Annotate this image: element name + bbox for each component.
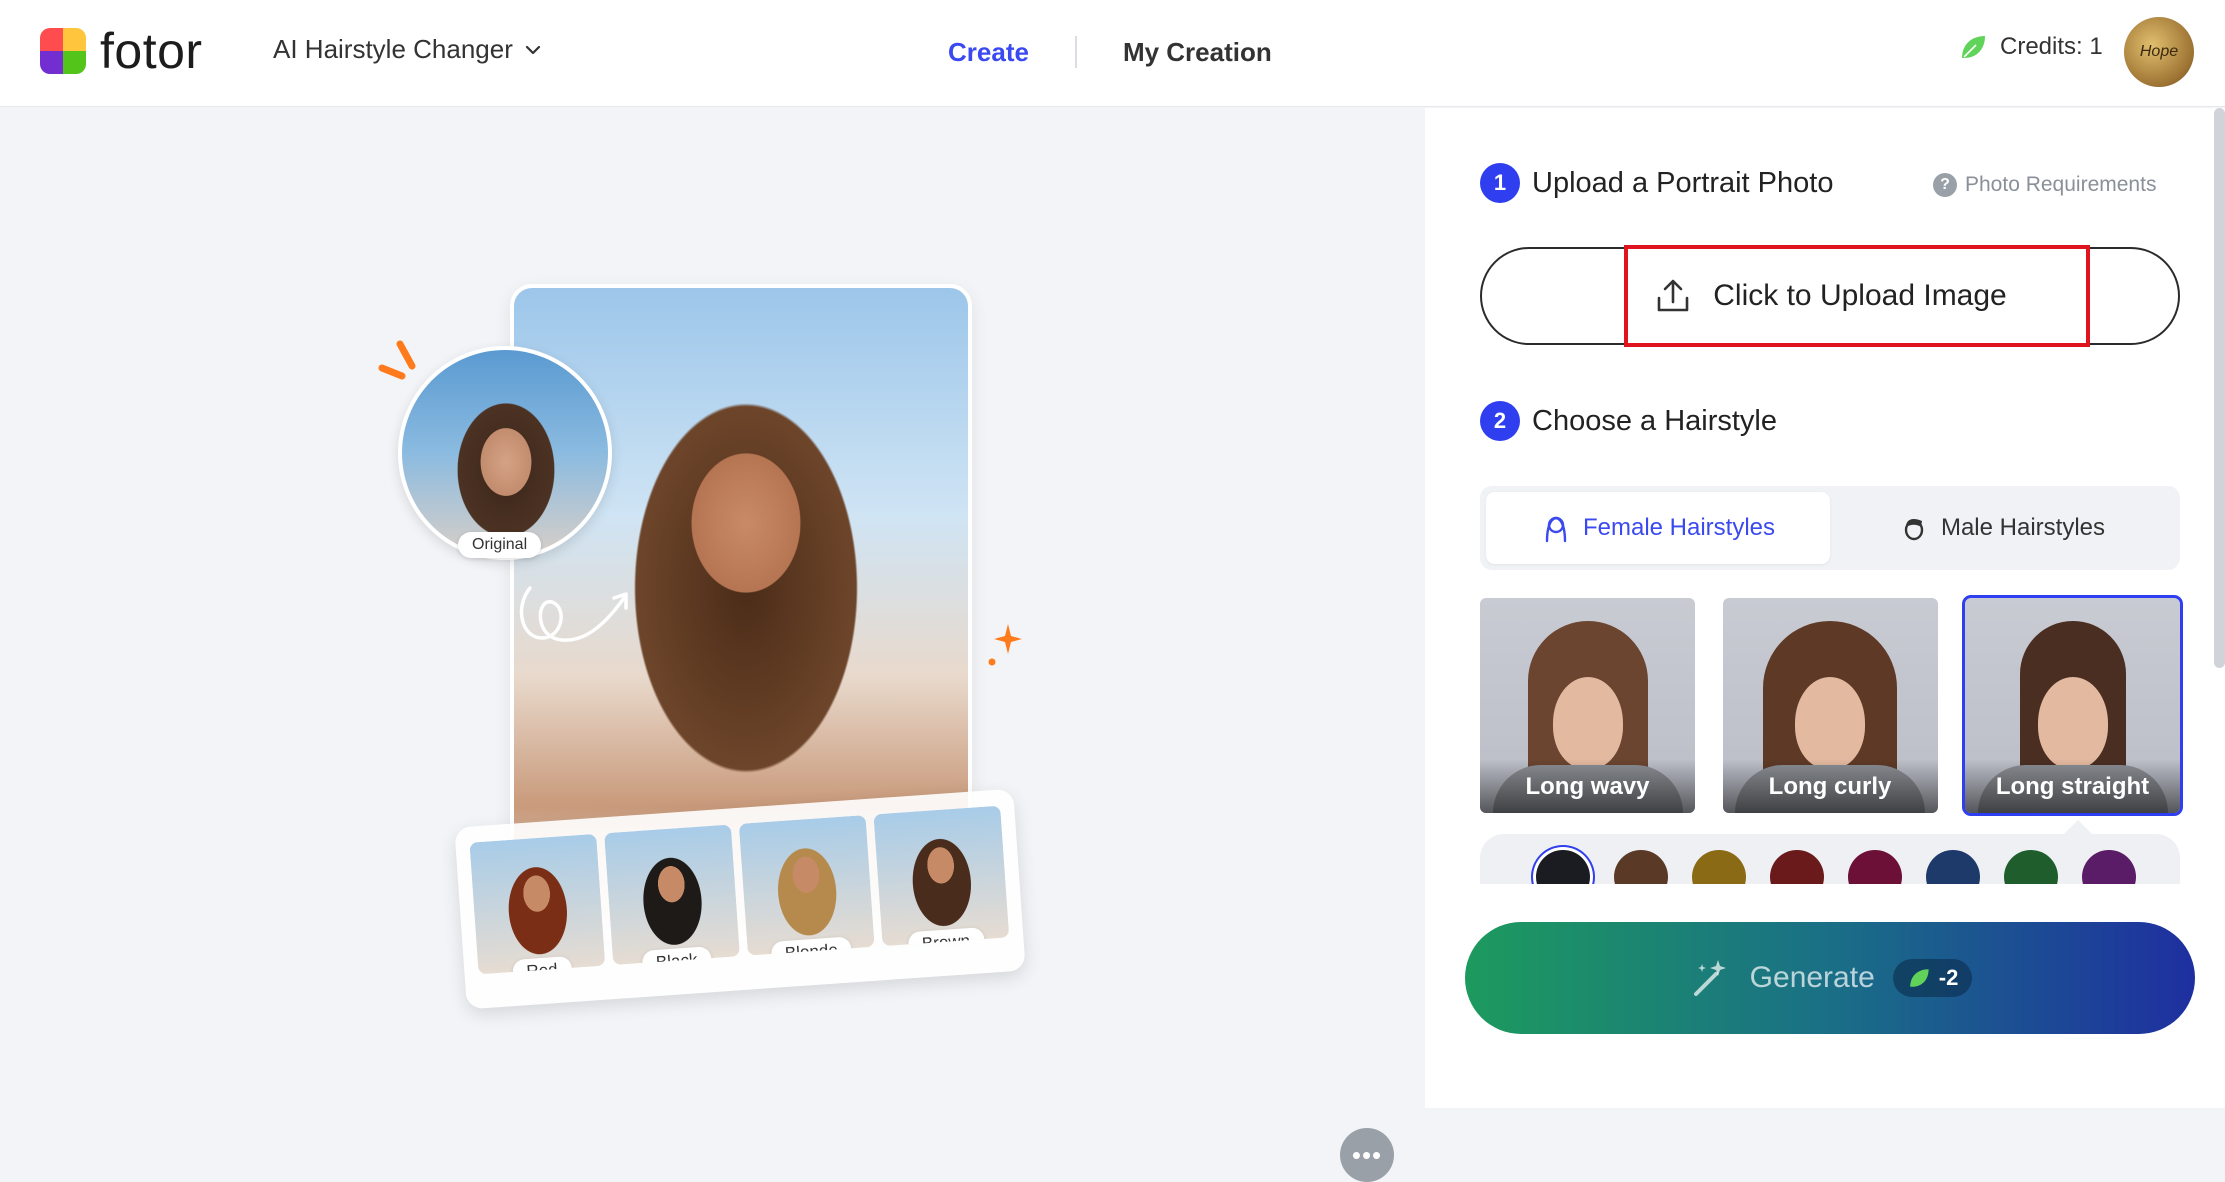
credits-display[interactable]: Credits: 1 bbox=[1958, 32, 2103, 62]
tab-female-label: Female Hairstyles bbox=[1582, 514, 1776, 541]
selection-pointer bbox=[2064, 820, 2092, 834]
original-photo bbox=[398, 346, 612, 560]
hair-color-swatch[interactable] bbox=[2082, 850, 2136, 884]
top-header: fotor AI Hairstyle Changer Create My Cre… bbox=[0, 0, 2225, 107]
logo-text: fotor bbox=[100, 23, 203, 79]
more-options-button[interactable]: ••• bbox=[1340, 1128, 1394, 1182]
nav-create[interactable]: Create bbox=[948, 37, 1029, 68]
burst-decoration-icon bbox=[378, 340, 416, 380]
hairstyle-face bbox=[2037, 676, 2108, 769]
fotor-logo[interactable]: fotor bbox=[40, 26, 203, 76]
variant-thumbnail: Red bbox=[469, 833, 606, 975]
user-avatar[interactable]: Hope bbox=[2124, 17, 2194, 87]
hairstyle-face bbox=[1795, 676, 1865, 769]
hairstyle-face bbox=[1552, 676, 1623, 769]
credits-label: Credits: 1 bbox=[2000, 33, 2103, 60]
step-2-title: Choose a Hairstyle bbox=[1532, 404, 1777, 437]
tool-switcher-dropdown[interactable]: AI Hairstyle Changer bbox=[273, 34, 543, 65]
tab-male-label: Male Hairstyles bbox=[1940, 514, 2106, 541]
male-hair-icon bbox=[1904, 519, 1924, 541]
hairstyle-card-long-straight[interactable]: Long straight bbox=[1962, 595, 2183, 816]
nav-my-creation[interactable]: My Creation bbox=[1123, 37, 1272, 68]
step-2-number: 2 bbox=[1480, 401, 1520, 441]
original-label: Original bbox=[458, 532, 542, 558]
generate-cost: -2 bbox=[1938, 965, 1959, 990]
tool-name: AI Hairstyle Changer bbox=[273, 34, 513, 64]
panel-scrollbar[interactable] bbox=[2214, 108, 2225, 668]
hair-color-swatch[interactable] bbox=[1536, 850, 1590, 884]
hairstyle-label: Long wavy bbox=[1480, 759, 1695, 813]
upload-icon bbox=[1657, 279, 1689, 312]
photo-requirements-link[interactable]: ? Photo Requirements bbox=[1933, 173, 2156, 197]
upload-label: Click to Upload Image bbox=[1713, 279, 2007, 312]
swirl-arrow-icon bbox=[519, 586, 628, 642]
variant-thumbnail: Black bbox=[604, 824, 740, 965]
step-1-title: Upload a Portrait Photo bbox=[1532, 166, 1834, 199]
ellipsis-icon: ••• bbox=[1351, 1139, 1383, 1170]
step-1-header: 1 Upload a Portrait Photo bbox=[1480, 163, 1833, 203]
hairstyle-card-long-wavy[interactable]: Long wavy bbox=[1480, 598, 1695, 813]
generate-label: Generate bbox=[1749, 961, 1875, 994]
hair-color-swatch[interactable] bbox=[1848, 850, 1902, 884]
preview-canvas: Original Red Black Blonde Brown ••• bbox=[0, 108, 1425, 1182]
variant-label: Red bbox=[511, 955, 573, 975]
variant-thumbnail: Brown bbox=[873, 805, 1010, 947]
hair-color-swatch[interactable] bbox=[1692, 850, 1746, 884]
hair-color-variants-strip: Red Black Blonde Brown bbox=[454, 788, 1026, 1010]
variant-label: Black bbox=[641, 946, 713, 965]
leaf-icon bbox=[1962, 36, 1985, 58]
hair-color-swatch[interactable] bbox=[1926, 850, 1980, 884]
hairstyle-options: Long wavy Long curly Long straight bbox=[1480, 595, 2183, 816]
leaf-icon bbox=[1909, 969, 1929, 987]
hair-color-swatch[interactable] bbox=[2004, 850, 2058, 884]
step-2-header: 2 Choose a Hairstyle bbox=[1480, 401, 1777, 441]
hair-color-swatches bbox=[1480, 834, 2180, 884]
photo-requirements-label: Photo Requirements bbox=[1965, 173, 2157, 196]
variant-thumbnail: Blonde bbox=[738, 815, 875, 956]
question-icon: ? bbox=[1933, 173, 1957, 197]
female-hair-icon bbox=[1545, 516, 1567, 543]
gender-tabs: Female Hairstyles Male Hairstyles bbox=[1480, 486, 2180, 570]
magic-wand-icon bbox=[1693, 960, 1726, 996]
generate-cost-badge: -2 bbox=[1892, 959, 1973, 997]
hairstyle-card-long-curly[interactable]: Long curly bbox=[1722, 598, 1938, 813]
chevron-down-icon bbox=[525, 45, 540, 54]
nav-divider bbox=[1074, 36, 1077, 68]
variant-label: Blonde bbox=[770, 936, 853, 956]
fotor-logo-icon bbox=[40, 28, 86, 74]
hairstyle-label: Long straight bbox=[1965, 759, 2180, 813]
sparkle-decoration-icon bbox=[988, 624, 1022, 666]
upload-image-button[interactable]: Click to Upload Image bbox=[1480, 247, 2180, 345]
main-nav: Create My Creation bbox=[948, 30, 1272, 74]
settings-panel: 1 Upload a Portrait Photo ? Photo Requir… bbox=[1425, 108, 2225, 1108]
hairstyle-label: Long curly bbox=[1722, 759, 1938, 813]
generate-button[interactable]: Generate -2 bbox=[1465, 922, 2195, 1034]
tab-female-hairstyles[interactable]: Female Hairstyles bbox=[1486, 492, 1830, 564]
variant-label: Brown bbox=[907, 927, 985, 947]
hair-color-swatch[interactable] bbox=[1770, 850, 1824, 884]
tab-male-hairstyles[interactable]: Male Hairstyles bbox=[1830, 492, 2174, 564]
avatar-text: Hope bbox=[2139, 43, 2179, 60]
hair-color-swatch[interactable] bbox=[1614, 850, 1668, 884]
step-1-number: 1 bbox=[1480, 163, 1520, 203]
